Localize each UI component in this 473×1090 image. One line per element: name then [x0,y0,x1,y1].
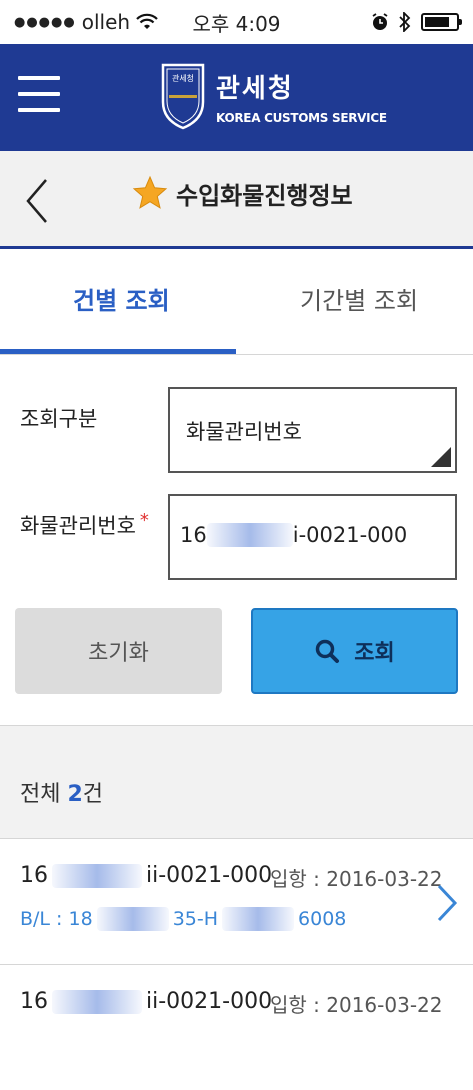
cargo-number-value: 16 i-0021-000 [180,523,407,547]
redacted-segment [222,907,295,931]
tabs: 건별 조회 기간별 조회 [0,249,473,355]
logo[interactable]: 관세청 관세청 KOREA CUSTOMS SERVICE [160,62,387,130]
item-arrival-date: 입항 : 2016-03-22 [270,993,443,1017]
title-bar: 수입화물진행정보 [0,151,473,249]
redacted-segment [52,989,142,1014]
category-label: 조회구분 [20,407,98,431]
result-list-item[interactable]: 16 ii-0021-000 입항 : 2016-03-22 B/L : 18 … [0,838,473,964]
status-time: 오후 4:09 [192,11,281,36]
customs-emblem-icon: 관세청 [161,63,205,130]
item-bl-mid: 35-H [172,908,219,930]
reset-button-label: 초기화 [88,641,149,666]
result-total: 전체 2건 [20,776,103,808]
page-title-wrap: 수입화물진행정보 [132,175,353,211]
total-prefix: 전체 [20,782,61,807]
item-arrival-date: 입항 : 2016-03-22 [270,867,443,891]
redacted-segment [96,907,169,931]
battery-icon [421,13,462,31]
total-count: 2 [67,782,83,807]
total-suffix: 건 [82,782,104,807]
logo-subtitle: KOREA CUSTOMS SERVICE [216,110,387,125]
dropdown-corner-icon [431,447,451,467]
menu-icon[interactable] [18,76,60,116]
logo-text: 관세청 KOREA CUSTOMS SERVICE [216,68,387,125]
app-header: 관세청 관세청 KOREA CUSTOMS SERVICE [0,44,473,151]
redacted-segment [206,523,293,547]
back-icon[interactable] [22,177,52,225]
search-form: 조회구분 화물관리번호 화물관리번호 * 16 i-0021-000 초기화 조회 [0,355,473,725]
logo-title: 관세청 [216,73,294,104]
category-select[interactable]: 화물관리번호 [168,387,457,473]
chevron-right-icon [437,884,458,922]
results-area: 전체 2건 16 ii-0021-000 입항 : 2016-03-22 B/L… [0,725,473,1090]
item-number-suffix: ii-0021-000 [146,863,273,888]
svg-text:관세청: 관세청 [172,73,194,83]
item-number-prefix: 16 [20,863,48,888]
item-bl-suffix: 6008 [298,908,347,930]
search-button[interactable]: 조회 [251,608,458,694]
tab-period-lookup[interactable]: 기간별 조회 [300,281,418,316]
required-mark: * [139,510,149,531]
cargo-number-prefix: 16 [180,523,207,547]
item-bl-prefix: B/L : 18 [20,908,93,930]
tab-single-lookup[interactable]: 건별 조회 [73,281,170,316]
category-select-value: 화물관리번호 [186,420,302,444]
status-bar: ●●●●● olleh 오후 4:09 [0,0,473,44]
redacted-segment [52,863,142,888]
star-icon [132,175,168,209]
result-list-item[interactable]: 16 ii-0021-000 입항 : 2016-03-22 [0,964,473,1090]
reset-button[interactable]: 초기화 [15,608,222,694]
page-title: 수입화물진행정보 [176,181,353,210]
item-cargo-number: 16 ii-0021-000 [20,989,272,1014]
item-number-prefix: 16 [20,989,48,1014]
item-cargo-number: 16 ii-0021-000 [20,863,272,888]
cargo-number-suffix: i-0021-000 [292,523,408,547]
item-bl-number: B/L : 18 35-H 6008 [20,907,346,931]
search-button-label: 조회 [354,641,395,666]
cargo-number-input[interactable]: 16 i-0021-000 [168,494,457,580]
search-icon [316,639,340,663]
cargo-number-label: 화물관리번호 * [20,510,149,540]
item-number-suffix: ii-0021-000 [146,989,273,1014]
tab-active-indicator [0,349,236,354]
cargo-number-label-text: 화물관리번호 [20,514,136,538]
